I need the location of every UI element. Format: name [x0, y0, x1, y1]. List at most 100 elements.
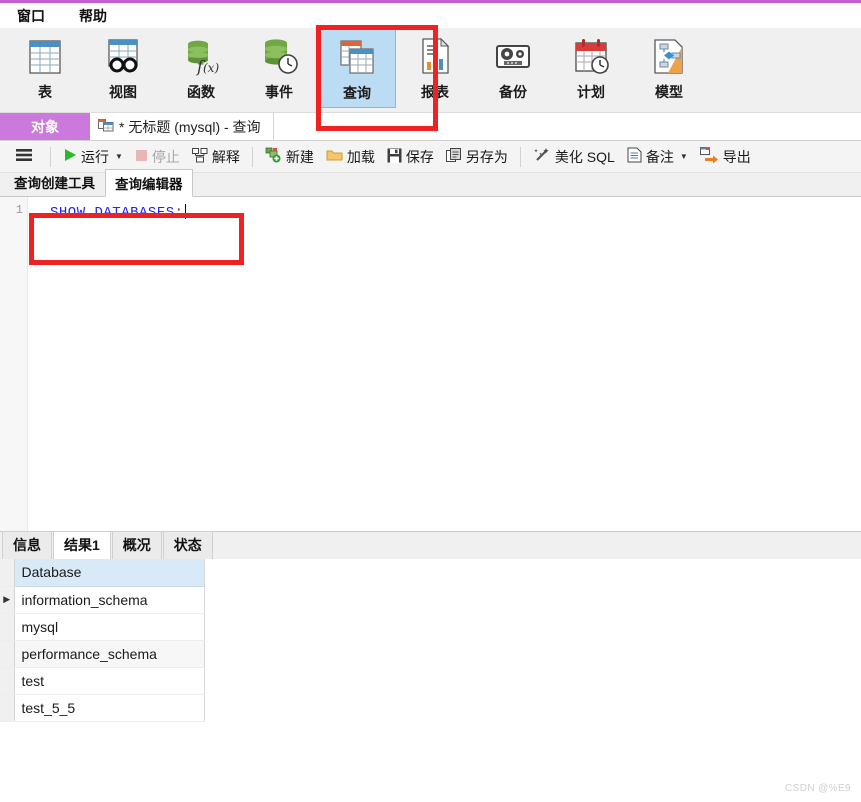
- line-number-gutter: 1: [0, 197, 28, 531]
- report-icon: [411, 32, 459, 80]
- note-label: 备注: [645, 148, 674, 165]
- result-tab-bar: 信息 结果1 概况 状态: [0, 531, 861, 559]
- row-selector-cell[interactable]: [0, 694, 15, 722]
- hamburger-menu-button[interactable]: [4, 145, 44, 168]
- row-selector-cell[interactable]: [0, 640, 15, 668]
- cell-database[interactable]: test_5_5: [14, 694, 205, 722]
- stop-icon: [135, 149, 148, 165]
- toolbar-separator: [50, 146, 51, 167]
- ribbon-button-query[interactable]: 查询: [318, 28, 396, 108]
- ribbon-button-table[interactable]: 表: [6, 28, 84, 108]
- svg-text:(x): (x): [203, 61, 219, 75]
- ribbon-button-function[interactable]: f (x) 函数: [162, 28, 240, 108]
- cell-database[interactable]: information_schema: [14, 586, 205, 614]
- toolbar-separator: [251, 146, 253, 167]
- tab-untitled-query[interactable]: * 无标题 (mysql) - 查询: [90, 113, 274, 140]
- tab-info[interactable]: 信息: [2, 531, 52, 559]
- save-button[interactable]: 保存: [381, 145, 440, 169]
- explain-button[interactable]: 解释: [186, 145, 246, 169]
- chevron-down-icon[interactable]: ▼: [115, 152, 123, 161]
- line-number-1: 1: [15, 203, 23, 217]
- run-button[interactable]: 运行 ▼: [57, 145, 129, 169]
- load-label: 加载: [346, 148, 375, 165]
- row-selector-cell[interactable]: [0, 667, 15, 695]
- table-row[interactable]: performance_schema: [0, 640, 205, 668]
- ribbon-button-report[interactable]: 报表: [396, 28, 474, 108]
- menu-item-help[interactable]: 帮助: [76, 5, 110, 27]
- cell-database[interactable]: performance_schema: [14, 640, 205, 668]
- magic-wand-icon: [533, 147, 551, 166]
- tab-result1[interactable]: 结果1: [53, 531, 111, 559]
- export-icon: [699, 147, 719, 166]
- query-icon: [333, 33, 381, 81]
- load-button[interactable]: 加载: [320, 145, 381, 169]
- ribbon-button-model[interactable]: 模型: [630, 28, 708, 108]
- table-icon: [21, 32, 69, 80]
- ribbon-label-model: 模型: [655, 84, 683, 100]
- ribbon-button-backup[interactable]: 备份: [474, 28, 552, 108]
- table-row[interactable]: test: [0, 667, 205, 695]
- ribbon-button-schedule[interactable]: 计划: [552, 28, 630, 108]
- new-query-button[interactable]: 新建: [259, 145, 320, 169]
- table-header-row: Database: [0, 559, 205, 587]
- explain-label: 解释: [211, 148, 240, 165]
- ribbon-button-event[interactable]: 事件: [240, 28, 318, 108]
- row-selector-cell[interactable]: [0, 613, 15, 641]
- tab-status[interactable]: 状态: [162, 531, 213, 559]
- ribbon-label-query: 查询: [343, 85, 371, 101]
- save-as-label: 另存为: [465, 148, 508, 165]
- function-icon: f (x): [177, 32, 225, 80]
- tab-objects[interactable]: 对象: [0, 113, 90, 140]
- tab-profile[interactable]: 概况: [111, 531, 162, 559]
- result-panel: 信息 结果1 概况 状态 Database ▶ information_sche…: [0, 531, 861, 747]
- ribbon-button-view[interactable]: 视图: [84, 28, 162, 108]
- tab-untitled-query-label: * 无标题 (mysql) - 查询: [119, 118, 261, 135]
- ribbon-label-schedule: 计划: [577, 84, 605, 100]
- column-header-database[interactable]: Database: [14, 559, 205, 587]
- result-grid-container[interactable]: Database ▶ information_schema mysql perf…: [0, 559, 861, 747]
- result-grid: Database ▶ information_schema mysql perf…: [0, 559, 205, 722]
- export-label: 导出: [722, 148, 751, 165]
- table-row[interactable]: mysql: [0, 613, 205, 641]
- explain-icon: [191, 147, 208, 166]
- chevron-down-icon[interactable]: ▼: [680, 152, 688, 161]
- save-as-button[interactable]: 另存为: [440, 145, 514, 169]
- table-row[interactable]: test_5_5: [0, 694, 205, 722]
- note-icon: [627, 147, 642, 166]
- row-selector-cell[interactable]: ▶: [0, 586, 15, 614]
- beautify-sql-label: 美化 SQL: [554, 148, 615, 165]
- cell-database[interactable]: mysql: [14, 613, 205, 641]
- sql-keyword-text: SHOW DATABASES: [50, 205, 175, 221]
- new-icon: [265, 147, 282, 166]
- schedule-icon: [567, 32, 615, 80]
- sql-code-area[interactable]: SHOW DATABASES;: [28, 197, 861, 531]
- stop-button[interactable]: 停止: [129, 145, 186, 169]
- ribbon-label-backup: 备份: [499, 84, 527, 100]
- main-ribbon-toolbar: 表 视图 f (x) 函数 事件 查询 报表 备份 计划 模型: [0, 28, 861, 113]
- cell-database[interactable]: test: [14, 667, 205, 695]
- note-button[interactable]: 备注 ▼: [621, 145, 694, 169]
- model-icon: [645, 32, 693, 80]
- table-row[interactable]: ▶ information_schema: [0, 586, 205, 614]
- beautify-sql-button[interactable]: 美化 SQL: [527, 145, 621, 169]
- menu-item-window[interactable]: 窗口: [14, 5, 48, 27]
- view-icon: [99, 32, 147, 80]
- folder-icon: [326, 148, 343, 165]
- export-button[interactable]: 导出: [694, 145, 757, 169]
- query-tab-icon: [98, 118, 114, 135]
- toolbar-separator: [519, 146, 521, 167]
- ribbon-label-report: 报表: [421, 84, 449, 100]
- save-as-icon: [445, 147, 462, 166]
- row-selector-cell[interactable]: [0, 559, 15, 587]
- menu-bar: 窗口 帮助: [0, 3, 861, 28]
- document-tab-strip: 对象 * 无标题 (mysql) - 查询: [0, 113, 861, 141]
- ribbon-label-event: 事件: [265, 84, 293, 100]
- text-cursor: [184, 204, 186, 219]
- ribbon-label-view: 视图: [109, 84, 137, 100]
- new-label: 新建: [285, 148, 314, 165]
- save-icon: [387, 148, 402, 166]
- tab-query-builder[interactable]: 查询创建工具: [4, 168, 105, 196]
- tab-query-editor[interactable]: 查询编辑器: [105, 169, 193, 197]
- event-icon: [255, 32, 303, 80]
- sql-editor[interactable]: 1 SHOW DATABASES;: [0, 197, 861, 531]
